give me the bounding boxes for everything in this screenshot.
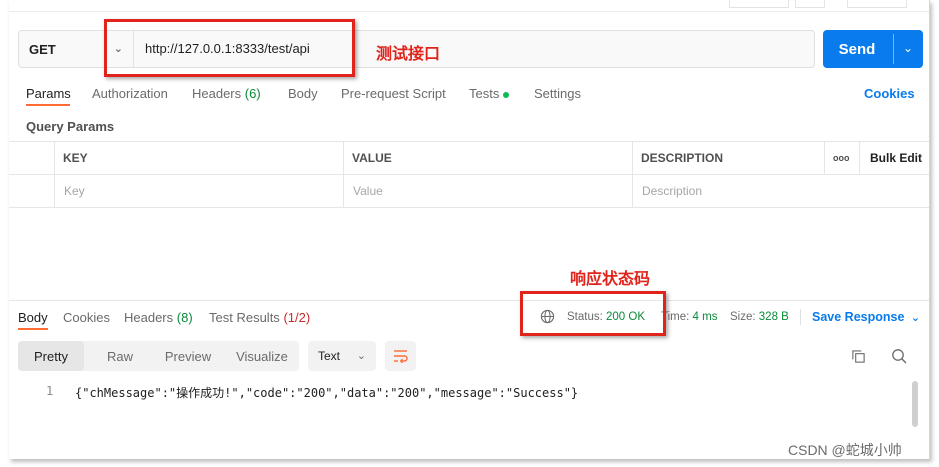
url-annotation: 测试接口	[376, 46, 441, 63]
cookies-link[interactable]: Cookies	[864, 86, 915, 101]
vertical-scrollbar[interactable]	[912, 381, 918, 427]
response-body-text[interactable]: {"chMessage":"操作成功!","code":"200","data"…	[75, 384, 578, 401]
tab-authorization[interactable]: Authorization	[92, 86, 168, 101]
more-options-icon[interactable]: ooo	[833, 153, 850, 163]
query-params-table: KEY VALUE DESCRIPTION ooo Bulk Edit Key …	[9, 141, 929, 208]
search-icon[interactable]	[891, 348, 907, 364]
send-divider	[893, 34, 894, 64]
top-strip	[9, 0, 929, 12]
tab-settings[interactable]: Settings	[534, 86, 581, 101]
wrap-lines-button[interactable]	[385, 341, 416, 371]
response-time[interactable]: Time: 4 ms	[661, 311, 717, 323]
chevron-down-icon[interactable]: ⌄	[903, 41, 913, 55]
chevron-down-icon: ⌄	[356, 350, 366, 362]
description-input[interactable]: Description	[642, 184, 702, 198]
copy-icon[interactable]	[851, 349, 866, 364]
send-button[interactable]: Send ⌄	[823, 30, 923, 68]
value-column-header: VALUE	[352, 151, 392, 165]
send-label: Send	[838, 40, 876, 58]
response-tab-test-results[interactable]: Test Results (1/2)	[209, 310, 310, 325]
format-visualize[interactable]: Visualize	[228, 341, 296, 371]
description-column-header: DESCRIPTION	[641, 151, 724, 165]
response-tab-cookies[interactable]: Cookies	[63, 310, 110, 325]
format-preview[interactable]: Preview	[156, 341, 220, 371]
active-tab-indicator	[26, 104, 70, 106]
wrap-lines-icon	[393, 349, 408, 363]
format-tabs: Pretty Raw Preview Visualize	[18, 341, 299, 371]
url-highlight-box	[104, 19, 355, 77]
table-header-row: KEY VALUE DESCRIPTION ooo Bulk Edit	[9, 142, 929, 175]
headers-count: (6)	[244, 86, 261, 101]
status-highlight-box	[520, 291, 666, 336]
line-number: 1	[46, 384, 54, 398]
value-input[interactable]: Value	[353, 184, 383, 198]
status-annotation: 响应状态码	[570, 271, 651, 288]
response-tab-headers[interactable]: Headers (8)	[124, 310, 193, 325]
response-divider	[9, 300, 929, 301]
tab-pre-request-script[interactable]: Pre-request Script	[341, 86, 446, 101]
chevron-down-icon: ⌄	[910, 312, 921, 324]
watermark: CSDN @蛇城小帅	[788, 442, 902, 458]
format-pretty[interactable]: Pretty	[18, 341, 84, 371]
method-label: GET	[29, 41, 56, 57]
key-column-header: KEY	[63, 151, 88, 165]
query-params-title: Query Params	[26, 119, 115, 134]
tab-params[interactable]: Params	[26, 86, 71, 101]
response-format-select[interactable]: Text ⌄	[308, 341, 376, 371]
response-tab-body[interactable]: Body	[18, 310, 48, 325]
save-response-button[interactable]: Save Response ⌄	[812, 310, 920, 324]
tab-headers[interactable]: Headers (6)	[192, 86, 261, 101]
tab-body[interactable]: Body	[288, 86, 318, 101]
tab-tests[interactable]: Tests	[469, 86, 510, 101]
status-divider	[800, 309, 801, 325]
table-row: Key Value Description	[9, 175, 929, 208]
response-size[interactable]: Size: 328 B	[730, 311, 789, 323]
tests-status-dot	[503, 91, 510, 98]
bulk-edit-button[interactable]: Bulk Edit	[870, 151, 922, 165]
key-input[interactable]: Key	[64, 184, 85, 198]
format-raw[interactable]: Raw	[90, 341, 150, 371]
active-response-tab-indicator	[18, 328, 48, 330]
